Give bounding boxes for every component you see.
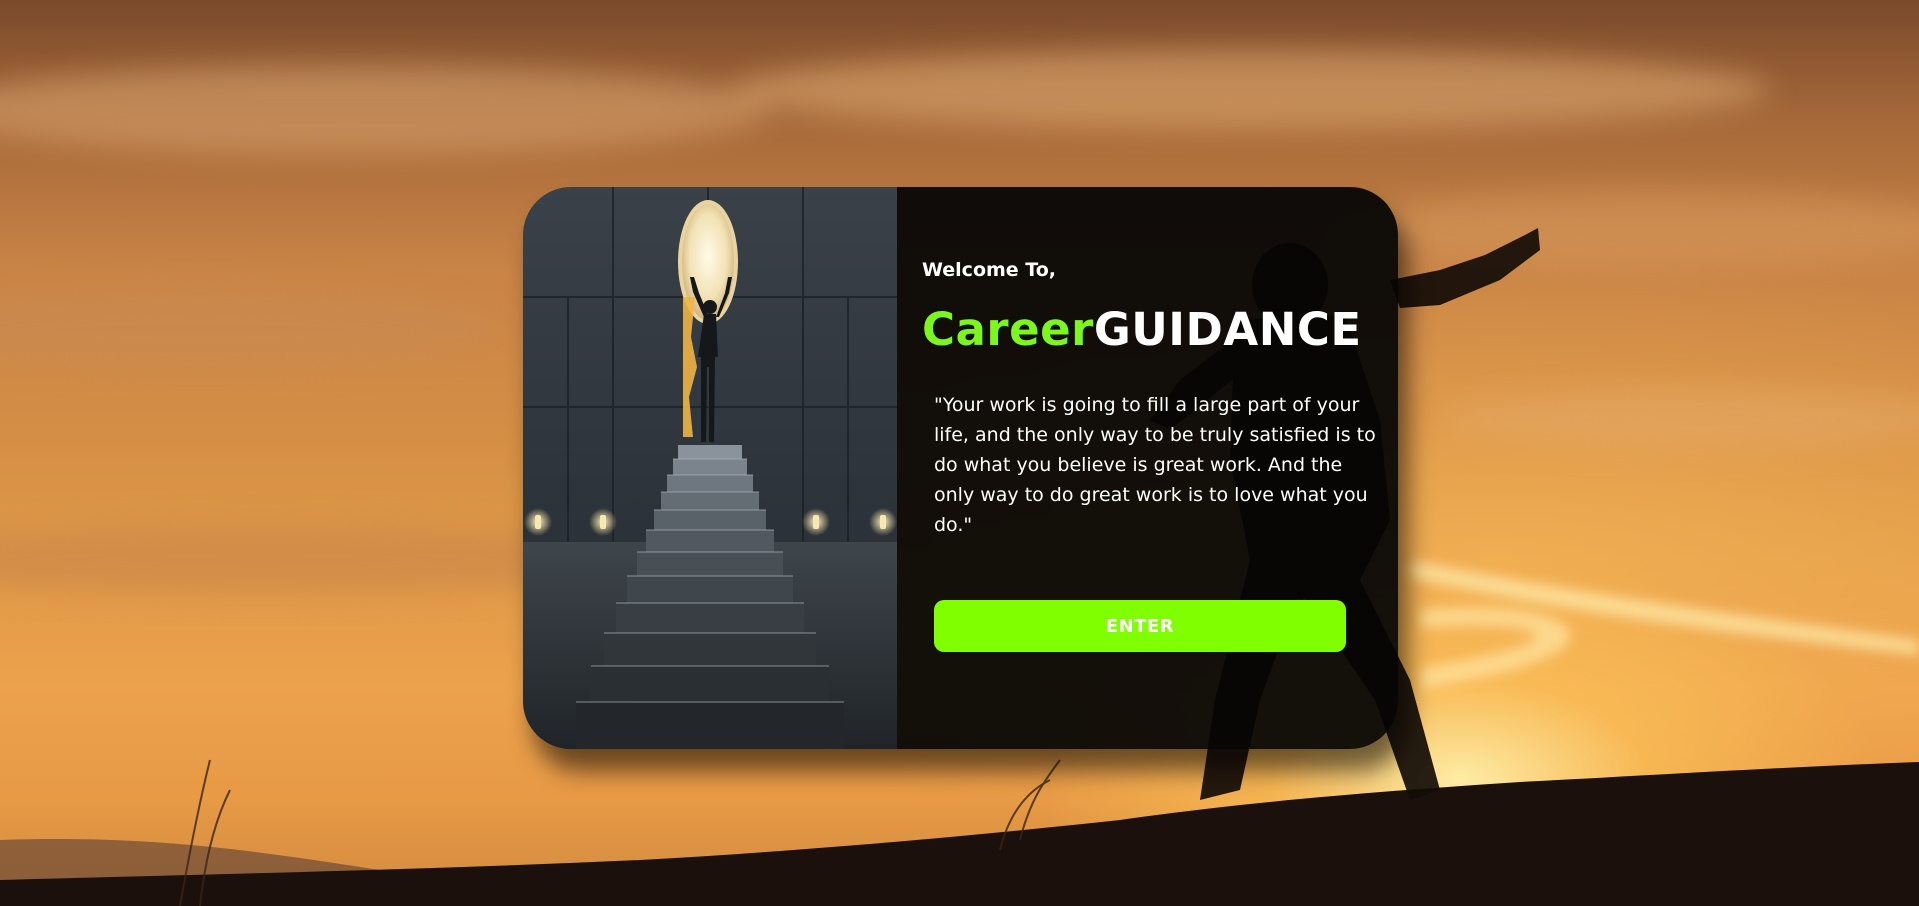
staircase-illustration bbox=[523, 187, 897, 749]
brand-accent-text: Career bbox=[922, 303, 1094, 356]
staircase-image-icon bbox=[523, 187, 897, 749]
brand-main-text: GUIDANCE bbox=[1093, 303, 1362, 356]
welcome-panel: Welcome To, CareerGUIDANCE "Your work is… bbox=[897, 187, 1398, 749]
welcome-heading: Welcome To, bbox=[922, 259, 1057, 281]
brand-title: CareerGUIDANCE bbox=[922, 303, 1362, 356]
quote-text: "Your work is going to fill a large part… bbox=[934, 394, 1376, 536]
enter-button[interactable]: ENTER bbox=[934, 600, 1346, 652]
welcome-card: Welcome To, CareerGUIDANCE "Your work is… bbox=[523, 187, 1398, 749]
